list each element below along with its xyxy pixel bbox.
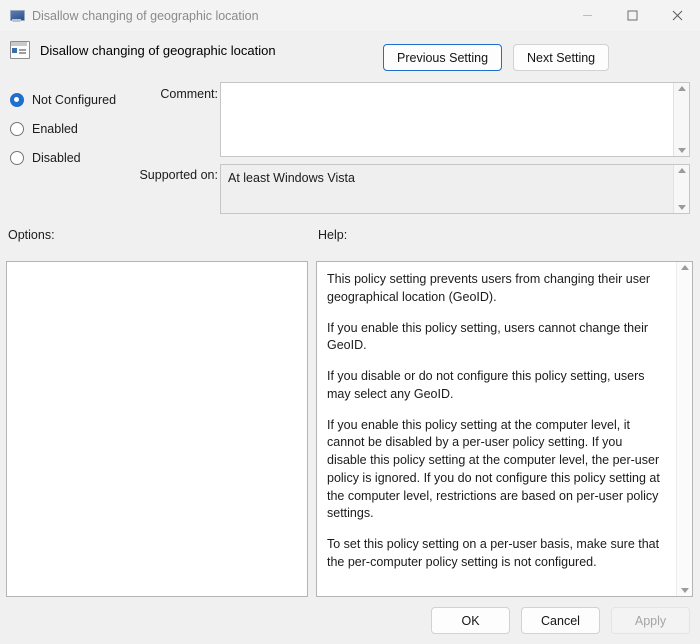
window-title: Disallow changing of geographic location [32, 8, 259, 23]
policy-setting-icon [10, 41, 30, 59]
supported-on-value: At least Windows Vista [228, 171, 355, 185]
scroll-up-icon[interactable] [677, 168, 686, 173]
options-panel [6, 261, 308, 597]
radio-indicator [10, 92, 24, 107]
page-title: Disallow changing of geographic location [40, 42, 276, 58]
radio-indicator [10, 121, 24, 136]
radio-enabled[interactable]: Enabled [10, 114, 140, 143]
radio-indicator [10, 150, 24, 165]
setting-navigation: Previous Setting Next Setting [383, 44, 610, 71]
radio-label: Disabled [32, 150, 81, 165]
supported-on-label: Supported on: [139, 168, 218, 182]
help-paragraph: To set this policy setting on a per-user… [327, 537, 660, 569]
minimize-icon[interactable] [565, 0, 610, 31]
cancel-button[interactable]: Cancel [521, 607, 600, 634]
scroll-down-icon[interactable] [680, 588, 689, 593]
supported-on-scrollbar[interactable] [673, 165, 689, 213]
scroll-up-icon[interactable] [680, 265, 689, 270]
close-icon[interactable] [655, 0, 700, 31]
comment-textarea[interactable] [221, 83, 673, 156]
radio-label: Enabled [32, 121, 78, 136]
comment-scrollbar[interactable] [673, 83, 689, 156]
options-content [7, 262, 307, 596]
comment-field[interactable] [220, 82, 690, 157]
maximize-icon[interactable] [610, 0, 655, 31]
dialog-footer: OK Cancel Apply [0, 607, 700, 634]
monitor-icon [9, 8, 25, 24]
help-content: This policy setting prevents users from … [317, 262, 676, 596]
help-paragraph: If you enable this policy setting, users… [327, 320, 649, 353]
radio-label: Not Configured [32, 92, 117, 107]
scroll-down-icon[interactable] [677, 148, 686, 153]
help-label: Help: [318, 228, 348, 242]
previous-setting-button[interactable]: Previous Setting [383, 44, 503, 71]
ok-button[interactable]: OK [431, 607, 510, 634]
scroll-up-icon[interactable] [677, 86, 686, 91]
next-setting-button[interactable]: Next Setting [513, 44, 610, 71]
help-paragraph: If you enable this policy setting at the… [327, 417, 660, 521]
help-panel: This policy setting prevents users from … [316, 261, 693, 597]
supported-on-field: At least Windows Vista [220, 164, 690, 214]
help-scrollbar[interactable] [676, 262, 692, 596]
title-bar: Disallow changing of geographic location [0, 0, 700, 31]
scroll-down-icon[interactable] [677, 205, 686, 210]
comment-label: Comment: [160, 87, 218, 101]
options-label: Options: [8, 228, 55, 242]
apply-button: Apply [611, 607, 690, 634]
help-paragraph: This policy setting prevents users from … [327, 272, 651, 304]
window-controls [565, 0, 700, 31]
help-paragraph: If you disable or do not configure this … [327, 369, 645, 401]
